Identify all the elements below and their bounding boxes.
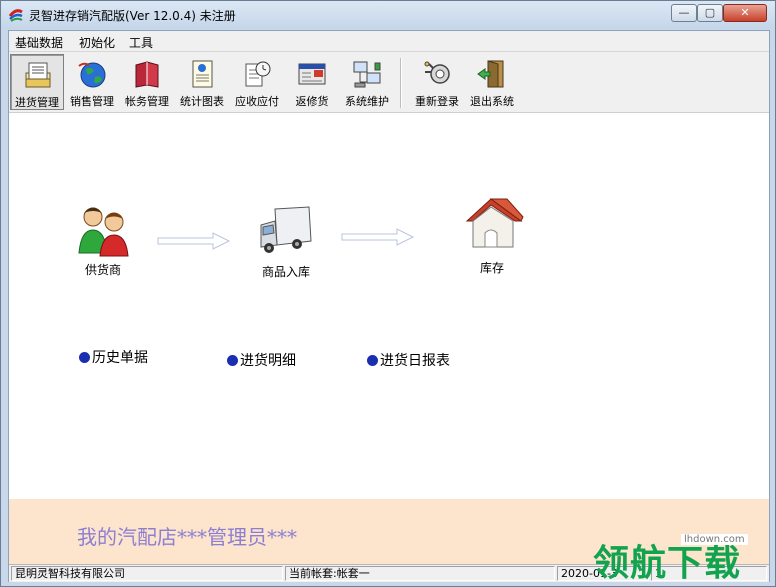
menu-basic-data[interactable]: 基础数据 bbox=[15, 34, 63, 51]
menu-tools[interactable]: 工具 bbox=[129, 34, 153, 51]
globe-icon bbox=[78, 62, 106, 88]
app-window: 灵智进存销汽配版(Ver 12.0.4) 未注册 — ▢ ✕ 基础数据 初始化 … bbox=[0, 0, 776, 587]
toolbar-separator bbox=[400, 58, 402, 108]
network-computer-icon bbox=[353, 61, 381, 88]
toolbar-label: 销售管理 bbox=[70, 95, 114, 108]
inventory-label: 库存 bbox=[480, 261, 505, 275]
banner-text: 我的汽配店***管理员*** bbox=[77, 525, 297, 549]
client-area: 基础数据 初始化 工具 进货管理 销售管理 帐务管理 统计图表 应收应付 返修货… bbox=[8, 30, 770, 582]
keys-icon bbox=[424, 61, 450, 84]
exit-door-icon bbox=[477, 60, 504, 88]
toolbar-label: 进货管理 bbox=[15, 96, 59, 109]
toolbar-relogin-button[interactable]: 重新登录 bbox=[410, 54, 464, 110]
supplier-label: 供货商 bbox=[85, 263, 122, 277]
purchase-workflow-panel: 供货商 商品入库 库存 历史单据 进货明细 进货日报表 bbox=[9, 113, 769, 499]
minimize-button[interactable]: — bbox=[671, 4, 697, 22]
flow-arrow-icon bbox=[157, 232, 231, 250]
toolbar-label: 统计图表 bbox=[180, 95, 224, 108]
toolbar-label: 应收应付 bbox=[235, 95, 279, 108]
toolbar-accounting-button[interactable]: 帐务管理 bbox=[120, 54, 174, 110]
link-label: 进货明细 bbox=[240, 353, 296, 369]
watermark-url: lhdown.com bbox=[681, 534, 748, 545]
toolbar-system-maintenance-button[interactable]: 系统维护 bbox=[340, 54, 394, 110]
bullet-dot-icon bbox=[79, 352, 90, 363]
menu-initialize[interactable]: 初始化 bbox=[79, 34, 115, 51]
close-button[interactable]: ✕ bbox=[723, 4, 767, 22]
warehouse-house-icon[interactable] bbox=[461, 195, 527, 251]
delivery-truck-icon[interactable] bbox=[257, 205, 315, 259]
purchase-details-link[interactable]: 进货明细 bbox=[227, 350, 296, 370]
toolbar-label: 帐务管理 bbox=[125, 95, 169, 108]
toolbar-receivable-button[interactable]: 应收应付 bbox=[230, 54, 284, 110]
toolbar-repair-return-button[interactable]: 返修货 bbox=[285, 54, 339, 110]
ledger-book-icon bbox=[135, 61, 159, 88]
flow-arrow-icon bbox=[341, 228, 415, 246]
status-account: 当前帐套:帐套一 bbox=[285, 566, 555, 581]
toolbar-sales-button[interactable]: 销售管理 bbox=[65, 54, 119, 110]
app-logo-icon bbox=[8, 9, 23, 22]
chart-document-icon bbox=[192, 60, 213, 88]
toolbar-label: 退出系统 bbox=[470, 95, 514, 108]
toolbar-statistics-button[interactable]: 统计图表 bbox=[175, 54, 229, 110]
toolbar-exit-button[interactable]: 退出系统 bbox=[465, 54, 519, 110]
bullet-dot-icon bbox=[367, 355, 378, 366]
document-stack-icon bbox=[25, 62, 51, 88]
goods-inbound-label: 商品入库 bbox=[262, 265, 311, 279]
menu-bar: 基础数据 初始化 工具 bbox=[9, 31, 769, 52]
status-company: 昆明灵智科技有限公司 bbox=[11, 566, 283, 581]
download-watermark: 领航下载 lhdown.com bbox=[589, 531, 776, 587]
clock-document-icon bbox=[245, 61, 271, 87]
bullet-dot-icon bbox=[227, 355, 238, 366]
purchase-daily-report-link[interactable]: 进货日报表 bbox=[367, 350, 450, 370]
maximize-button[interactable]: ▢ bbox=[697, 4, 723, 22]
toolbar-label: 返修货 bbox=[295, 95, 329, 108]
return-window-icon bbox=[298, 63, 326, 85]
link-label: 历史单据 bbox=[92, 350, 148, 366]
toolbar-label: 重新登录 bbox=[415, 95, 459, 108]
link-label: 进货日报表 bbox=[380, 353, 450, 369]
history-documents-link[interactable]: 历史单据 bbox=[79, 347, 148, 367]
toolbar-label: 系统维护 bbox=[345, 95, 389, 108]
toolbar-purchase-button[interactable]: 进货管理 bbox=[10, 54, 64, 110]
title-bar[interactable]: 灵智进存销汽配版(Ver 12.0.4) 未注册 — ▢ ✕ bbox=[1, 1, 775, 29]
window-title: 灵智进存销汽配版(Ver 12.0.4) 未注册 bbox=[29, 9, 236, 23]
supplier-people-icon[interactable] bbox=[77, 203, 131, 257]
toolbar: 进货管理 销售管理 帐务管理 统计图表 应收应付 返修货 系统维护 重新登录 退… bbox=[9, 52, 769, 113]
